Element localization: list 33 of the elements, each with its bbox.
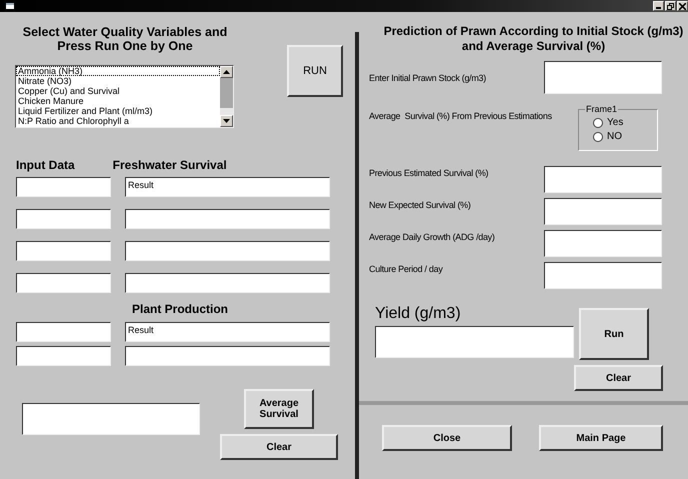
radio-option[interactable]: Yes bbox=[593, 117, 657, 128]
list-item[interactable]: Liquid Fertilizer and Plant (ml/m3) bbox=[16, 106, 220, 116]
field-label: Previous Estimated Survival (%) bbox=[369, 168, 488, 180]
yield-label: Yield (g/m3) bbox=[375, 305, 462, 323]
radio-option[interactable]: NO bbox=[593, 131, 657, 142]
main-page-button[interactable]: Main Page bbox=[539, 425, 663, 451]
clear-button[interactable]: Clear bbox=[574, 365, 663, 391]
instruction-heading: Select Water Quality Variables and Press Run One by One bbox=[22, 25, 228, 53]
run-button[interactable]: RUN bbox=[287, 45, 343, 97]
list-item[interactable]: Ammonia (NH3) bbox=[16, 66, 220, 76]
result-field[interactable]: Result bbox=[125, 177, 330, 197]
list-item[interactable]: Nitrate (NO3) bbox=[16, 76, 220, 86]
run-button[interactable]: Run bbox=[579, 308, 649, 360]
list-item[interactable]: Chicken Manure bbox=[16, 96, 220, 106]
clear-button[interactable]: Clear bbox=[220, 434, 338, 460]
option-label: NO bbox=[607, 131, 622, 142]
field-label: Average Survival (%) From Previous Estimations bbox=[369, 111, 552, 123]
list-item[interactable]: N:P Ratio and Chlorophyll a bbox=[16, 116, 220, 126]
average-survival-button[interactable]: Average Survival bbox=[244, 389, 314, 429]
column-heading: Freshwater Survival bbox=[112, 158, 227, 172]
variable-list[interactable]: Ammonia (NH3) Nitrate (NO3) Copper (Cu) and Survival Chicken Manure Liquid Fertilizer and Plant (ml/m3) N:P Ratio and Chlorophyll a bbox=[15, 65, 234, 128]
close-button[interactable]: Close bbox=[382, 425, 512, 451]
section-heading: Plant Production bbox=[132, 302, 229, 316]
prediction-heading: Prediction of Prawn According to Initial Stock (g/m3) and Average Survival (%) bbox=[382, 24, 684, 54]
field-label: Enter Initial Prawn Stock (g/m3) bbox=[369, 72, 486, 82]
option-label: Yes bbox=[607, 117, 624, 128]
field-label: New Expected Survival (%) bbox=[369, 200, 471, 212]
frame-title: Frame1 bbox=[585, 104, 618, 114]
list-item[interactable]: Copper (Cu) and Survival bbox=[16, 86, 220, 96]
result-field[interactable]: Result bbox=[125, 322, 330, 342]
field-label: Culture Period / day bbox=[369, 264, 443, 276]
column-heading: Input Data bbox=[16, 158, 75, 172]
field-label: Average Daily Growth (ADG /day) bbox=[369, 232, 495, 244]
